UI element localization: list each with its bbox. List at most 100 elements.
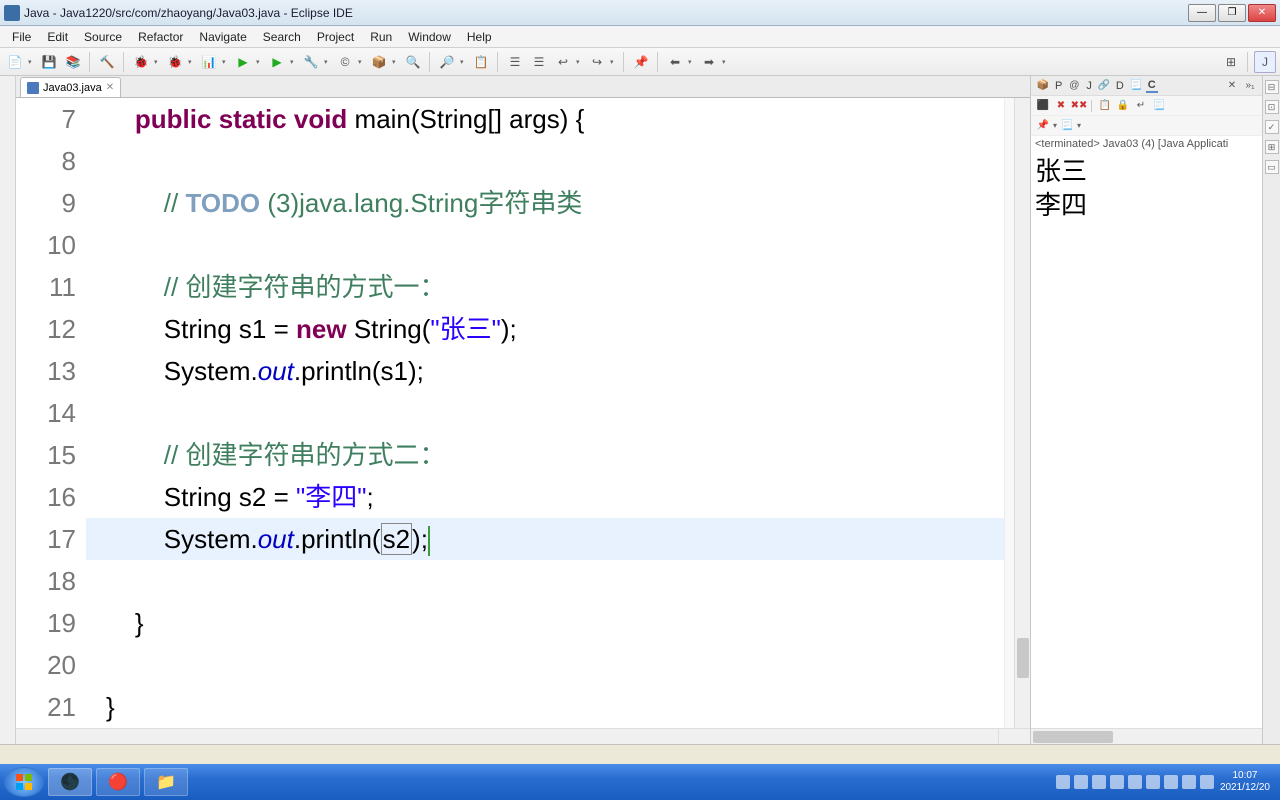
code-line-16[interactable]: String s2 = "李四"; (86, 476, 1004, 518)
code-area[interactable]: public static void main(String[] args) {… (86, 98, 1004, 728)
open-perspective-button[interactable]: ⊞ (1220, 51, 1242, 73)
pin-console-button[interactable]: 📌 (1035, 118, 1051, 134)
coverage-button[interactable]: 📊 (198, 51, 220, 73)
volume-icon[interactable] (1182, 775, 1196, 789)
save-all-button[interactable]: 📚 (62, 51, 84, 73)
clear-console-button[interactable]: 📋 (1097, 98, 1113, 114)
code-line-7[interactable]: public static void main(String[] args) { (86, 98, 1004, 140)
tray-icon[interactable] (1146, 775, 1160, 789)
menu-file[interactable]: File (4, 28, 39, 46)
code-line-9[interactable]: // TODO (3)java.lang.String字符串类 (86, 182, 1004, 224)
menu-run[interactable]: Run (362, 28, 400, 46)
menu-window[interactable]: Window (400, 28, 459, 46)
taskbar-eclipse-button[interactable]: 🌑 (48, 768, 92, 796)
tray-icon[interactable] (1056, 775, 1070, 789)
java-perspective-button[interactable]: J (1254, 51, 1276, 73)
start-button[interactable] (4, 767, 44, 797)
task-list-icon[interactable]: ✓ (1265, 120, 1279, 134)
view-tab-label[interactable]: C (1146, 79, 1158, 93)
scroll-thumb[interactable] (1017, 638, 1029, 678)
view-tab-label[interactable]: D (1114, 80, 1126, 92)
prev-annotation-button[interactable]: ↩ (552, 51, 574, 73)
save-button[interactable]: 💾 (38, 51, 60, 73)
nav-back-button[interactable]: ⬅ (664, 51, 686, 73)
new-class-button[interactable]: © (334, 51, 356, 73)
tray-icon[interactable] (1074, 775, 1088, 789)
taskbar-record-button[interactable]: 🔴 (96, 768, 140, 796)
code-line-19[interactable]: } (86, 602, 1004, 644)
outline-view-icon[interactable]: ⊡ (1265, 100, 1279, 114)
console-horizontal-scrollbar[interactable] (1031, 728, 1262, 744)
view-tab-label[interactable]: J (1084, 80, 1094, 92)
menu-project[interactable]: Project (309, 28, 362, 46)
tray-icon[interactable] (1092, 775, 1106, 789)
tab-close-button[interactable]: ✕ (106, 82, 114, 93)
minimize-button[interactable]: — (1188, 4, 1216, 22)
run-dropdown[interactable]: ▾ (256, 51, 264, 73)
nav-forward-button[interactable]: ➡ (698, 51, 720, 73)
scroll-thumb[interactable] (1033, 731, 1113, 743)
toggle-breadcrumb-button[interactable]: 📋 (470, 51, 492, 73)
tray-icons[interactable] (1056, 775, 1214, 789)
word-wrap-button[interactable]: ↵ (1133, 98, 1149, 114)
pin-editor-button[interactable]: 📌 (630, 51, 652, 73)
debug-button[interactable]: 🐞 (130, 51, 152, 73)
code-line-11[interactable]: // 创建字符串的方式一： (86, 266, 1004, 308)
tray-icon[interactable] (1164, 775, 1178, 789)
view-tab-icon[interactable]: @ (1066, 78, 1082, 94)
search-button[interactable]: 🔎 (436, 51, 458, 73)
tray-icon[interactable] (1128, 775, 1142, 789)
console-output[interactable]: 张三李四 (1031, 152, 1262, 728)
menu-edit[interactable]: Edit (39, 28, 76, 46)
remove-launch-button[interactable]: ✖ (1053, 98, 1069, 114)
editor-tab-java03[interactable]: Java03.java ✕ (20, 77, 121, 97)
code-line-8[interactable] (86, 140, 1004, 182)
menu-source[interactable]: Source (76, 28, 130, 46)
new-package-button[interactable]: 📦 (368, 51, 390, 73)
forward-nav-button[interactable]: ☰ (528, 51, 550, 73)
menu-search[interactable]: Search (255, 28, 309, 46)
new-dropdown[interactable]: ▾ (28, 51, 36, 73)
run-last-button[interactable]: ▶ (266, 51, 288, 73)
back-nav-button[interactable]: ☰ (504, 51, 526, 73)
scroll-lock-button[interactable]: 🔒 (1115, 98, 1131, 114)
debug-config-button[interactable]: 🐞 (164, 51, 186, 73)
minimize-view-button[interactable]: ⊟ (1265, 80, 1279, 94)
close-button[interactable]: ✕ (1248, 4, 1276, 22)
more-views-button[interactable]: »₁ (1242, 78, 1258, 94)
code-line-15[interactable]: // 创建字符串的方式二： (86, 434, 1004, 476)
build-button[interactable]: 🔨 (96, 51, 118, 73)
editor-body[interactable]: 789101112131415161718192021 public stati… (16, 98, 1030, 728)
taskbar-explorer-button[interactable]: 📁 (144, 768, 188, 796)
menu-navigate[interactable]: Navigate (191, 28, 254, 46)
code-line-17[interactable]: System.out.println(s2); (86, 518, 1004, 560)
external-tools-button[interactable]: 🔧 (300, 51, 322, 73)
problems-view-icon[interactable]: ⊞ (1265, 140, 1279, 154)
display-console-button[interactable]: 📃 (1059, 118, 1075, 134)
code-line-12[interactable]: String s1 = new String("张三"); (86, 308, 1004, 350)
next-annotation-button[interactable]: ↪ (586, 51, 608, 73)
terminate-button[interactable]: ⬛ (1035, 98, 1051, 114)
view-tab-label[interactable]: P (1053, 80, 1064, 92)
editor-horizontal-scrollbar[interactable] (16, 728, 1030, 744)
code-line-18[interactable] (86, 560, 1004, 602)
view-tab-icon[interactable]: 🔗 (1096, 78, 1112, 94)
remove-all-button[interactable]: ✖✖ (1071, 98, 1087, 114)
debug-dropdown[interactable]: ▾ (154, 51, 162, 73)
view-tab-icon[interactable]: 📃 (1128, 78, 1144, 94)
maximize-button[interactable]: ❐ (1218, 4, 1246, 22)
close-view-button[interactable]: ✕ (1224, 78, 1240, 94)
code-line-14[interactable] (86, 392, 1004, 434)
tray-icon[interactable] (1110, 775, 1124, 789)
show-console-button[interactable]: 📃 (1151, 98, 1167, 114)
network-icon[interactable] (1200, 775, 1214, 789)
view-tab-icon[interactable]: 📦 (1035, 78, 1051, 94)
declaration-view-icon[interactable]: ▭ (1265, 160, 1279, 174)
clock[interactable]: 10:07 2021/12/20 (1220, 770, 1270, 794)
code-line-10[interactable] (86, 224, 1004, 266)
code-line-21[interactable]: } (86, 686, 1004, 728)
run-button[interactable]: ▶ (232, 51, 254, 73)
new-button[interactable]: 📄 (4, 51, 26, 73)
menu-help[interactable]: Help (459, 28, 500, 46)
menu-refactor[interactable]: Refactor (130, 28, 191, 46)
